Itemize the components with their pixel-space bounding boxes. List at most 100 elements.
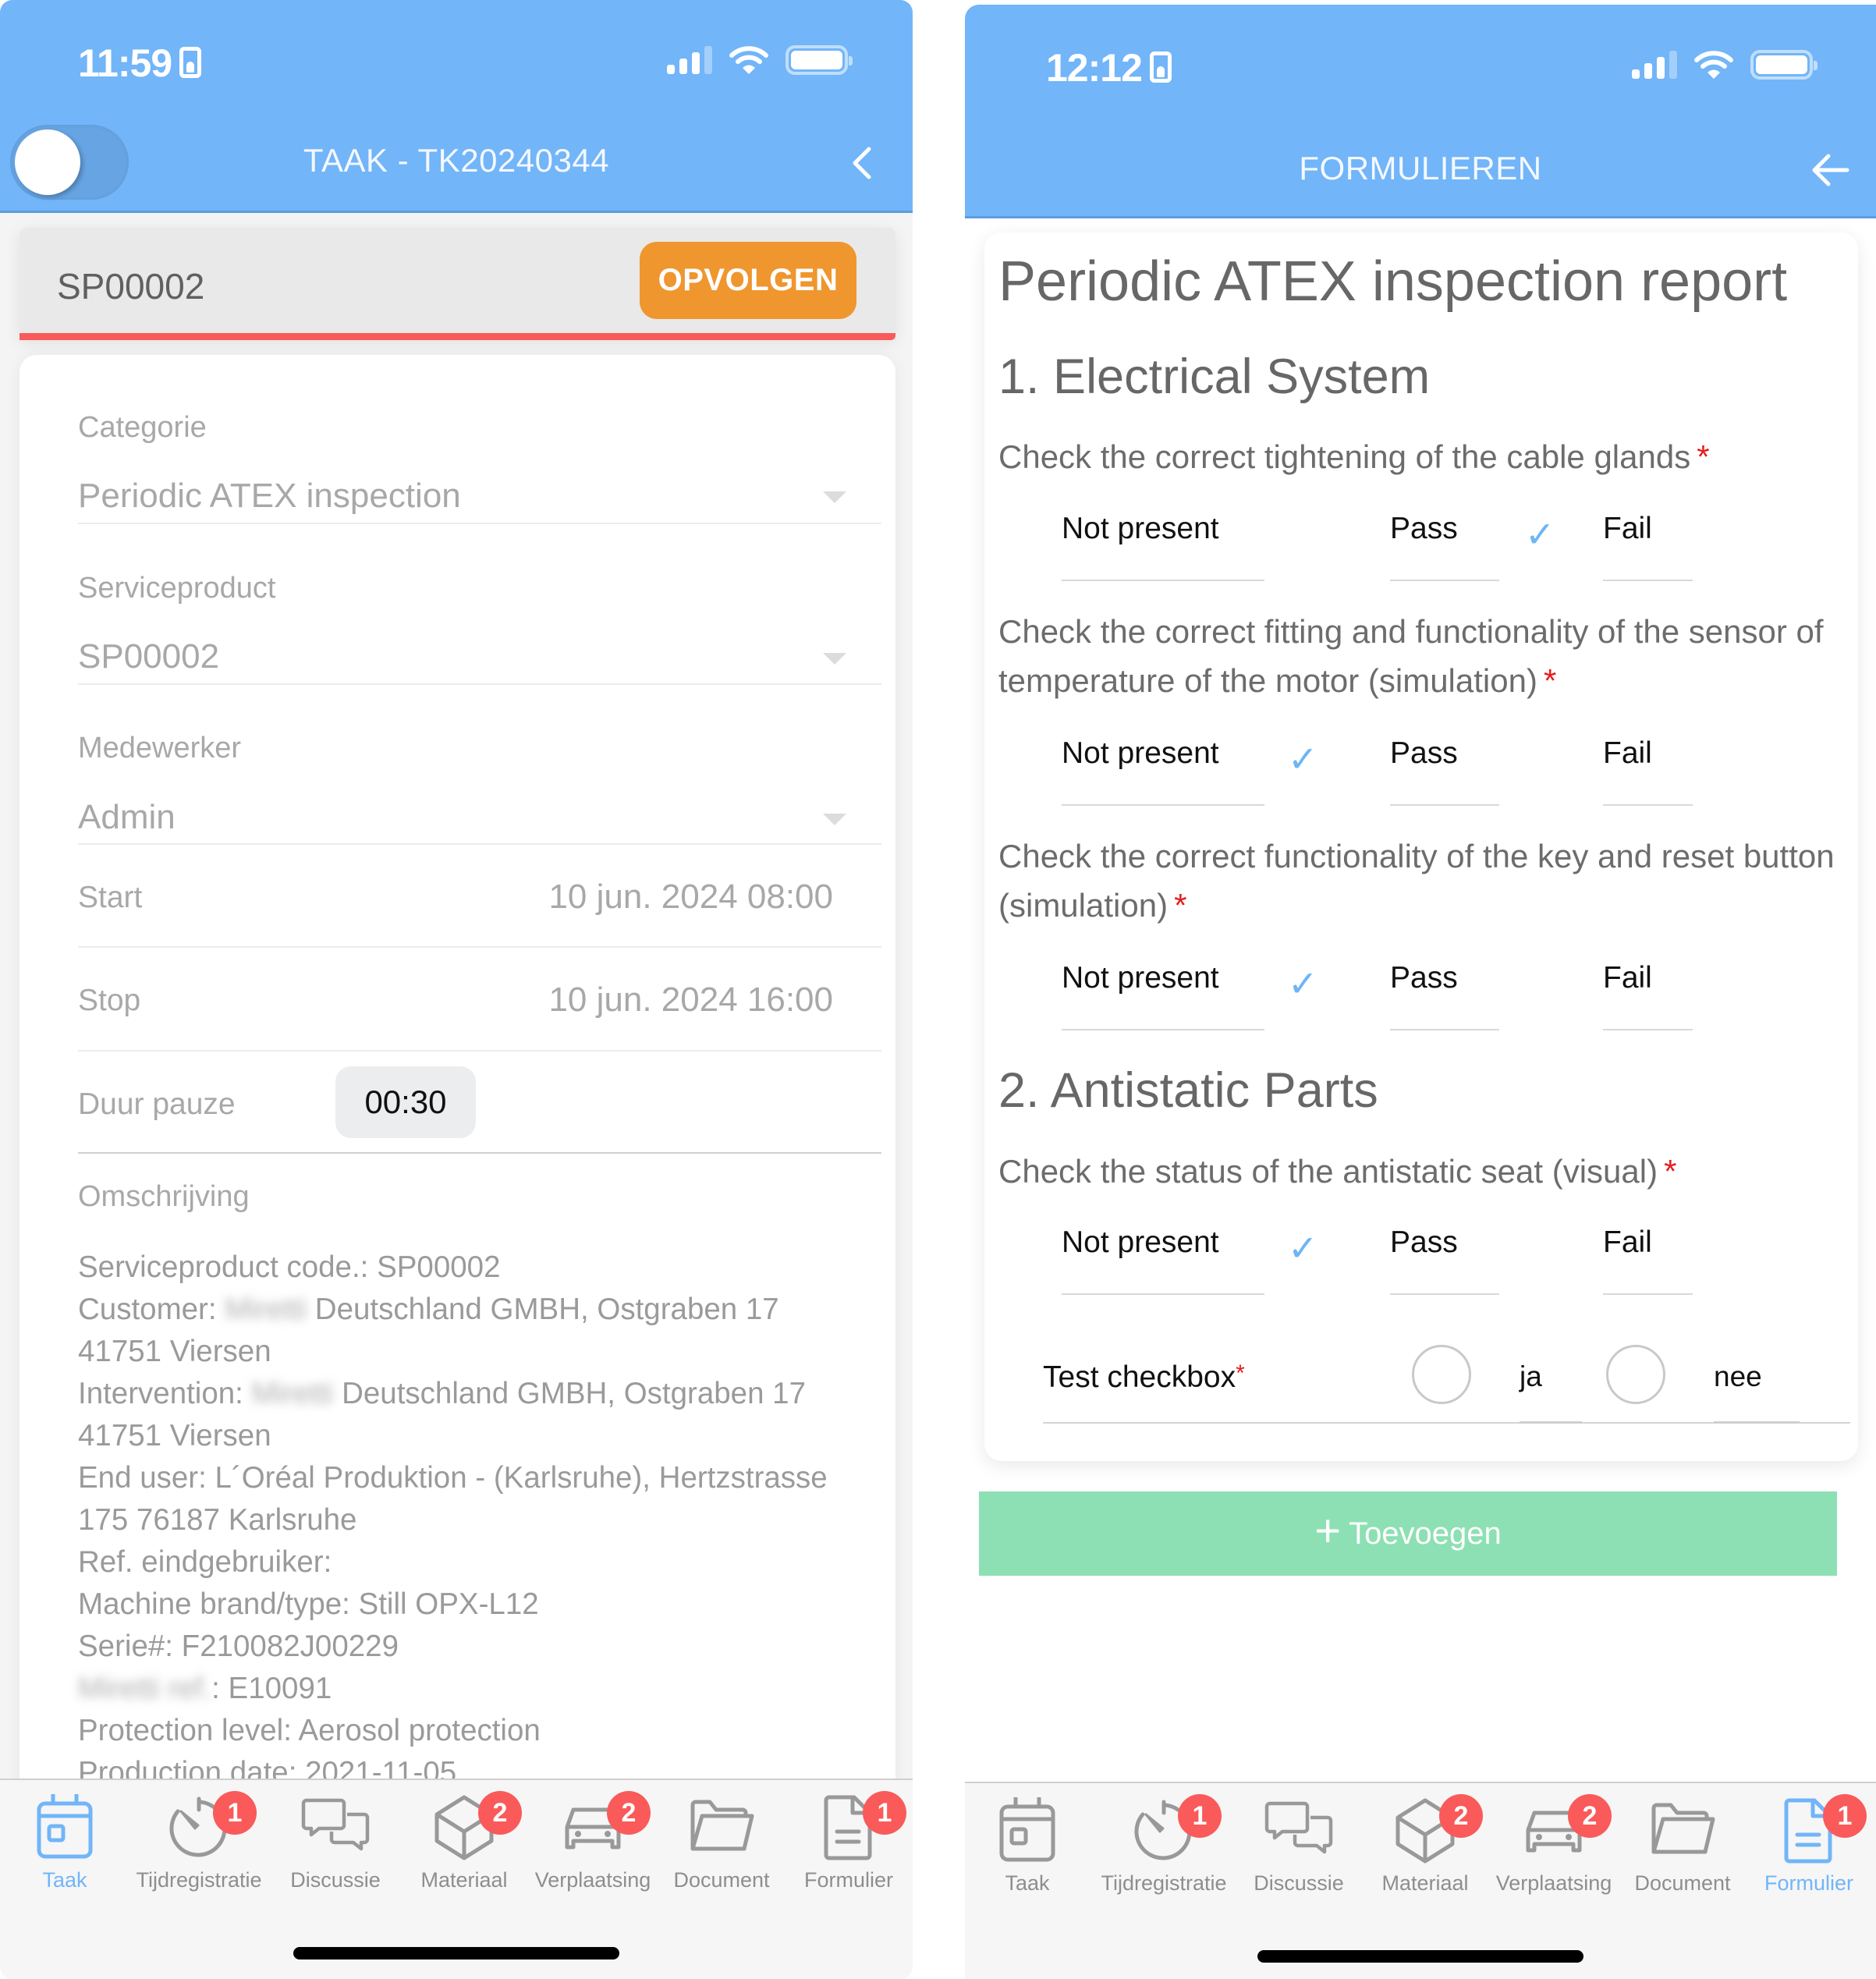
option-pass[interactable]: Pass ✓ <box>1390 507 1555 581</box>
form-title: Periodic ATEX inspection report <box>998 250 1788 313</box>
option-fail[interactable]: Fail <box>1603 956 1693 1030</box>
question-label: Check the correct fitting and functional… <box>998 613 1824 699</box>
radio-ja-label: ja <box>1520 1360 1542 1392</box>
redacted-text: Miretti <box>251 1377 334 1410</box>
calendar-icon <box>30 1793 100 1863</box>
nav-tab-formulier[interactable]: 1 Formulier <box>786 1780 911 1928</box>
back-button[interactable] <box>1811 153 1850 191</box>
field-label: Stop <box>78 984 141 1017</box>
option-pass[interactable]: Pass <box>1390 732 1499 806</box>
description-text-part: Machine brand/type: Still OPX-L12 <box>78 1587 539 1621</box>
description-line: Customer: Miretti Deutschland GMBH, Ostg… <box>78 1289 881 1331</box>
option-label: Not present <box>1062 512 1219 545</box>
option-fail[interactable]: Fail <box>1603 1221 1693 1295</box>
nav-tab-discussie[interactable]: Discussie <box>1236 1783 1361 1931</box>
option-not-present[interactable]: Not present ✓ <box>1062 1221 1318 1295</box>
app-header: 11:59 TAAK - TK20240344 <box>0 0 913 213</box>
nav-tab-taak[interactable]: Taak <box>965 1783 1090 1931</box>
add-form-button[interactable]: + Toevoegen <box>979 1491 1837 1576</box>
medewerker-select[interactable]: Medewerker Admin <box>78 685 881 845</box>
redacted-text: Miretti <box>225 1293 307 1326</box>
field-label: Medewerker <box>78 732 242 764</box>
nav-tab-materiaal[interactable]: 2 Materiaal <box>1363 1783 1488 1931</box>
question-text: Check the correct tightening of the cabl… <box>998 432 1849 481</box>
nav-tab-formulier[interactable]: 1 Formulier <box>1747 1783 1871 1931</box>
description-line: Serie#: F210082J00229 <box>78 1626 881 1668</box>
required-marker: * <box>1174 887 1187 924</box>
nav-tab-verplaatsing[interactable]: 2 Verplaatsing <box>1491 1783 1616 1931</box>
nav-tab-materiaal[interactable]: 2 Materiaal <box>402 1780 527 1928</box>
plus-icon: + <box>1314 1506 1342 1556</box>
arrow-left-icon <box>1812 154 1849 186</box>
nav-tab-label: Tijdregistratie <box>136 1868 262 1892</box>
start-datetime-value: 10 jun. 2024 08:00 <box>548 878 833 916</box>
option-not-present[interactable]: Not present <box>1062 507 1264 581</box>
nav-tab-document[interactable]: Document <box>659 1780 784 1928</box>
pause-duration-input[interactable]: 00:30 <box>335 1066 476 1138</box>
option-not-present[interactable]: Not present ✓ <box>1062 732 1318 806</box>
field-value: Periodic ATEX inspection <box>78 477 461 515</box>
dropdown-arrow-icon <box>823 491 846 503</box>
folder-icon <box>1647 1796 1718 1866</box>
nav-tab-label: Formulier <box>803 1868 893 1892</box>
redacted-text: Miretti ref. <box>78 1672 212 1705</box>
status-time: 11:59 <box>78 41 202 86</box>
radio-nee[interactable] <box>1606 1345 1665 1404</box>
chevron-left-icon <box>853 147 871 179</box>
notification-badge: 2 <box>1568 1794 1612 1838</box>
nav-tab-tijdregistratie[interactable]: 1 Tijdregistratie <box>1101 1783 1227 1931</box>
field-label: Categorie <box>78 411 207 444</box>
bottom-navigation: Taak 1 Tijdregistratie Discussie 2 Materiaal 2… <box>0 1779 913 1979</box>
home-indicator <box>293 1947 619 1959</box>
serviceproduct-select[interactable]: Serviceproduct SP00002 <box>78 524 881 685</box>
dropdown-arrow-icon <box>823 653 846 665</box>
description-text-part: Ref. eindgebruiker: <box>78 1545 332 1579</box>
option-not-present[interactable]: Not present ✓ <box>1062 956 1318 1030</box>
nav-tab-verplaatsing[interactable]: 2 Verplaatsing <box>530 1780 655 1928</box>
categorie-select[interactable]: Categorie Periodic ATEX inspection <box>78 388 881 524</box>
start-datetime-field[interactable]: Start 10 jun. 2024 08:00 <box>78 845 881 948</box>
option-label: Fail <box>1603 961 1652 995</box>
notification-badge: 1 <box>863 1791 906 1835</box>
description-line: Protection level: Aerosol protection <box>78 1710 881 1752</box>
follow-up-button[interactable]: OPVOLGEN <box>640 242 856 319</box>
nav-tab-discussie[interactable]: Discussie <box>273 1780 398 1928</box>
battery-icon <box>786 45 853 75</box>
option-fail[interactable]: Fail <box>1603 507 1693 581</box>
option-pass[interactable]: Pass <box>1390 956 1499 1030</box>
radio-ja[interactable] <box>1412 1345 1471 1404</box>
checkmark-icon: ✓ <box>1288 739 1318 779</box>
back-button[interactable] <box>850 146 874 184</box>
description-line: Serviceproduct code.: SP00002 <box>78 1247 881 1289</box>
description-text-part: End user: L´Oréal Produktion - (Karlsruh… <box>78 1461 828 1495</box>
option-label: Fail <box>1603 736 1652 770</box>
checkmark-icon: ✓ <box>1288 963 1318 1004</box>
option-fail[interactable]: Fail <box>1603 732 1693 806</box>
page-title: TAAK - TK20240344 <box>303 142 610 179</box>
stop-datetime-value: 10 jun. 2024 16:00 <box>548 981 833 1019</box>
question-options: Not present ✓ Pass Fail <box>984 956 1858 1030</box>
description-text-part: Deutschland GMBH, Ostgraben 17 <box>307 1293 779 1326</box>
option-label: Not present <box>1062 961 1219 995</box>
notification-badge: 1 <box>213 1791 257 1835</box>
question-label: Check the correct functionality of the k… <box>998 838 1835 924</box>
option-label: Not present <box>1062 1225 1219 1259</box>
dropdown-arrow-icon <box>823 814 846 825</box>
forms-screen: 12:12 FORMULIEREN Periodic ATEX inspecti… <box>965 5 1876 1979</box>
description-text-part: Protection level: Aerosol protection <box>78 1714 541 1747</box>
description-text-part: Deutschland GMBH, Ostgraben 17 <box>333 1377 806 1410</box>
description-line: End user: L´Oréal Produktion - (Karlsruh… <box>78 1457 881 1499</box>
stop-datetime-field[interactable]: Stop 10 jun. 2024 16:00 <box>78 948 881 1052</box>
task-screen: 11:59 TAAK - TK20240344 SP00002 OPVOLGEN… <box>0 0 913 1979</box>
status-icons <box>667 45 853 75</box>
option-pass[interactable]: Pass <box>1390 1221 1499 1295</box>
option-label: Fail <box>1603 1225 1652 1259</box>
field-value: Admin <box>78 798 176 836</box>
description-text: Serviceproduct code.: SP00002 Customer: M… <box>78 1247 881 1794</box>
description-text-part: Serviceproduct code.: SP00002 <box>78 1250 501 1284</box>
nav-tab-tijdregistratie[interactable]: 1 Tijdregistratie <box>136 1780 262 1928</box>
status-indicator-line <box>20 333 895 340</box>
nav-tab-document[interactable]: Document <box>1620 1783 1745 1931</box>
checkbox-question-text: Test checkbox <box>1043 1360 1236 1394</box>
nav-tab-taak[interactable]: Taak <box>2 1780 127 1928</box>
